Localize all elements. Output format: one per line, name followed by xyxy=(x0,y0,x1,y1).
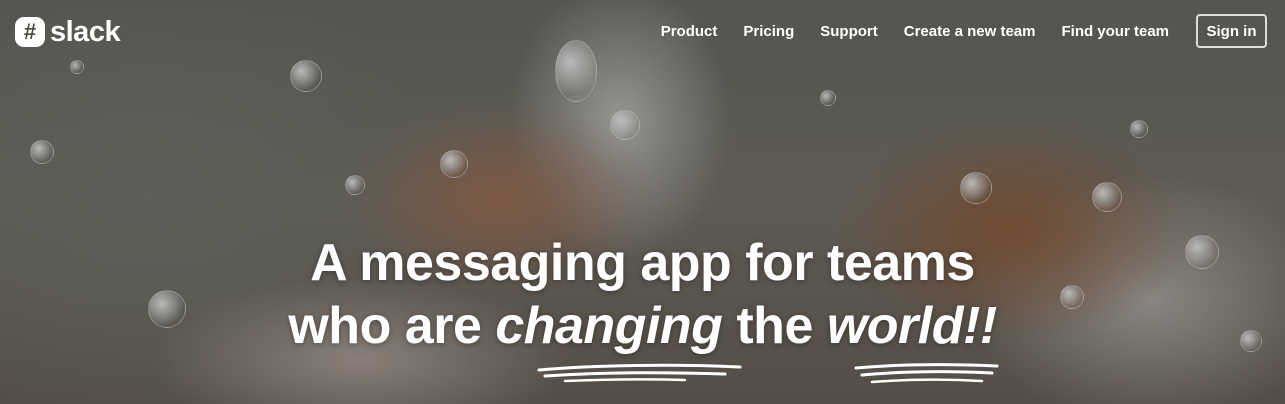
nav-link-pricing[interactable]: Pricing xyxy=(743,23,794,40)
hero-background: # slack Product Pricing Support Create a… xyxy=(0,0,1285,404)
headline-emphasis-world: world xyxy=(826,297,964,355)
headline-text: the xyxy=(722,297,827,355)
headline-line-1: A messaging app for teams xyxy=(310,234,975,292)
nav-link-create-team[interactable]: Create a new team xyxy=(904,23,1036,40)
top-nav: # slack Product Pricing Support Create a… xyxy=(0,0,1285,66)
sign-in-button[interactable]: Sign in xyxy=(1196,14,1267,48)
nav-links: Product Pricing Support Create a new tea… xyxy=(635,14,1267,48)
nav-link-product[interactable]: Product xyxy=(661,23,718,40)
hero-headline: A messaging app for teams who are changi… xyxy=(0,232,1285,358)
headline-exclamation: !! xyxy=(963,297,997,355)
brand-name: slack xyxy=(50,15,121,48)
nav-link-find-team[interactable]: Find your team xyxy=(1061,23,1169,40)
slack-logo[interactable]: # slack xyxy=(15,15,121,49)
headline-text: who are xyxy=(288,297,496,355)
slack-hash-icon: # xyxy=(15,17,45,47)
headline-line-2: who are changing the world!! xyxy=(288,295,997,358)
nav-link-support[interactable]: Support xyxy=(820,23,878,40)
headline-emphasis-changing: changing xyxy=(495,297,723,355)
